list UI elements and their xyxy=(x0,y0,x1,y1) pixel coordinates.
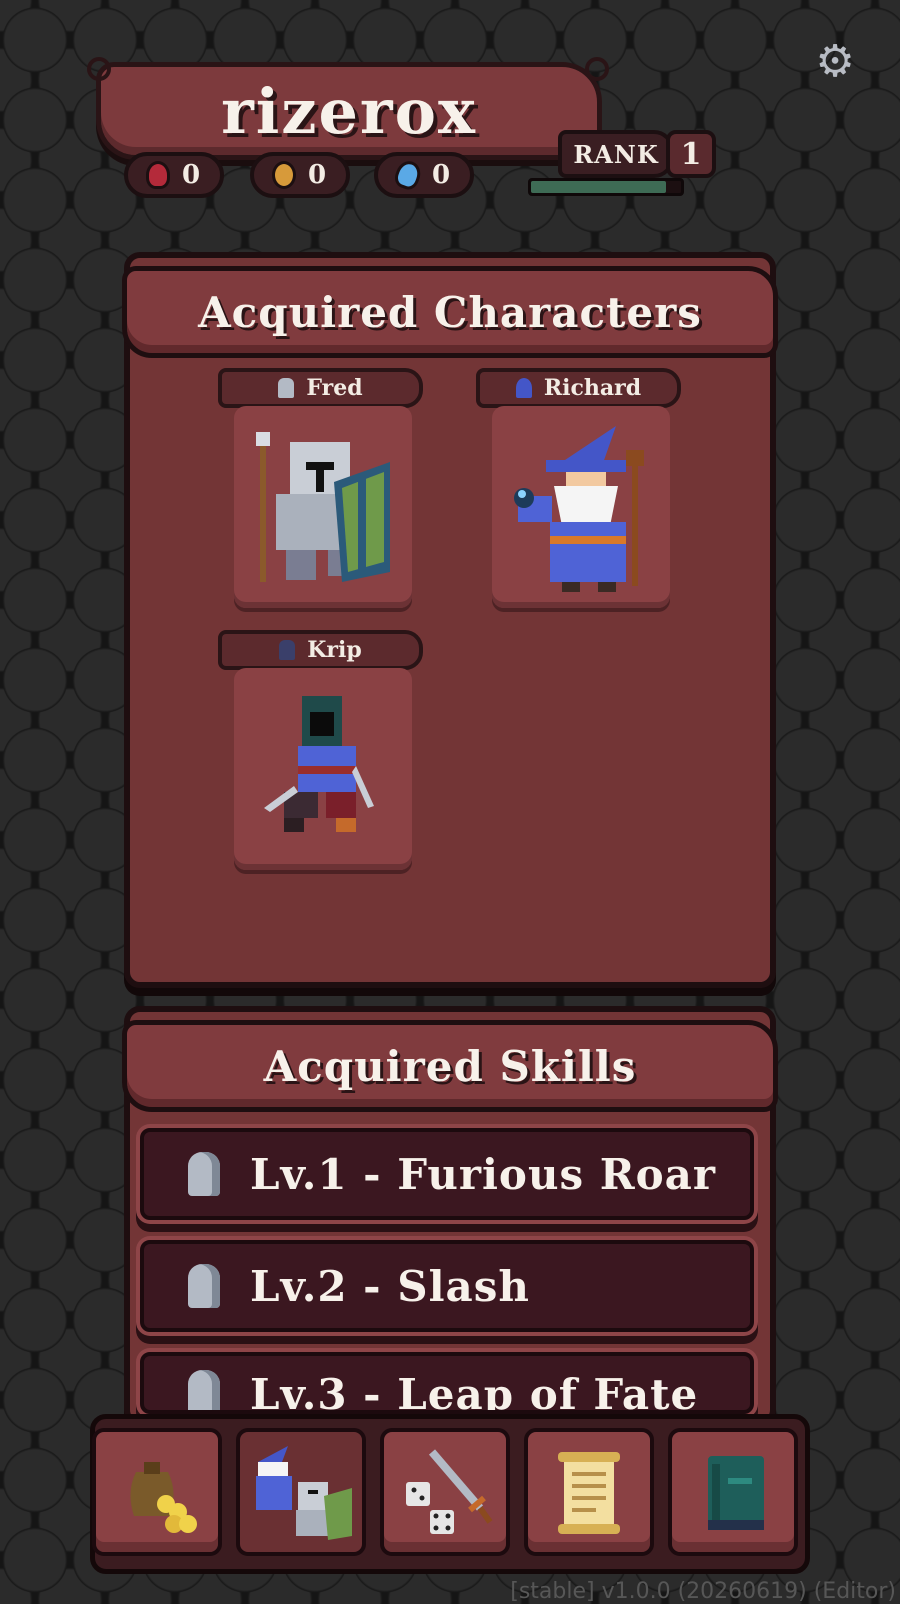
rank-indicator: RANK 1 xyxy=(528,126,718,198)
character-name: Richard xyxy=(543,375,642,401)
knight-helmet-icon xyxy=(278,378,295,398)
red-gem-necklace-icon xyxy=(146,161,170,189)
wizard-hat-icon xyxy=(515,378,532,398)
character-name-banner: Richard xyxy=(476,368,681,408)
skills-panel-title: Acquired Skills xyxy=(263,1041,637,1091)
rank-progress-fill xyxy=(531,181,666,193)
currency-value: 0 xyxy=(182,160,201,190)
dice-sword-icon xyxy=(406,1449,493,1534)
knight-helmet-icon xyxy=(188,1152,220,1196)
scroll-icon xyxy=(558,1452,620,1534)
character-portrait xyxy=(492,406,670,608)
currency-crystal: 0 xyxy=(374,152,474,198)
rank-progress-bar xyxy=(528,178,684,196)
skill-row[interactable]: Lv.1 - Furious Roar xyxy=(140,1128,754,1220)
rank-label: RANK xyxy=(558,130,674,178)
currency-value: 0 xyxy=(308,160,327,190)
skills-panel-header: Acquired Skills xyxy=(122,1020,778,1112)
version-label: [stable] v1.0.0 (20260619) (Editor) xyxy=(510,1579,896,1604)
rogue-sprite xyxy=(264,696,374,832)
character-name: Krip xyxy=(307,637,362,663)
blue-crystal-icon xyxy=(391,157,425,193)
nav-quests-button[interactable] xyxy=(524,1428,654,1556)
characters-panel-header: Acquired Characters xyxy=(122,266,778,358)
character-portrait xyxy=(234,406,412,608)
skill-row[interactable]: Lv.3 - Leap of Fate xyxy=(140,1352,754,1414)
nav-characters-button[interactable] xyxy=(236,1428,366,1556)
nav-compendium-button[interactable] xyxy=(668,1428,798,1556)
knight-sprite xyxy=(256,432,390,582)
nav-skills-button[interactable] xyxy=(380,1428,510,1556)
blue-amulet-icon xyxy=(272,161,296,189)
skill-row[interactable]: Lv.2 - Slash xyxy=(140,1240,754,1332)
characters-panel: Acquired Characters Fred Richard Krip xyxy=(122,252,778,988)
currency-value: 0 xyxy=(432,160,451,190)
currency-red: 0 xyxy=(124,152,224,198)
characters-panel-title: Acquired Characters xyxy=(198,287,702,337)
wizard-sprite xyxy=(514,426,644,592)
skill-label: Lv.1 - Furious Roar xyxy=(250,1149,717,1199)
currency-amulet: 0 xyxy=(250,152,350,198)
gear-icon[interactable]: ⚙ xyxy=(815,40,855,84)
rank-value: 1 xyxy=(666,130,716,178)
money-bag-coins-icon xyxy=(130,1462,197,1533)
character-name: Fred xyxy=(306,375,363,401)
banner-curl xyxy=(87,57,111,81)
character-card-richard[interactable]: Richard xyxy=(476,368,681,618)
player-name-banner: rizerox xyxy=(87,57,609,160)
character-name-banner: Fred xyxy=(218,368,423,408)
hood-icon xyxy=(279,640,296,660)
knight-helmet-icon xyxy=(188,1264,220,1308)
character-portrait xyxy=(234,668,412,870)
player-name: rizerox xyxy=(221,74,477,148)
banner-curl xyxy=(585,57,609,81)
character-name-banner: Krip xyxy=(218,630,423,670)
party-icon xyxy=(256,1446,352,1540)
character-card-krip[interactable]: Krip xyxy=(218,630,423,880)
book-icon xyxy=(708,1456,764,1530)
skill-label: Lv.3 - Leap of Fate xyxy=(250,1370,699,1414)
knight-helmet-icon xyxy=(188,1370,220,1410)
character-card-fred[interactable]: Fred xyxy=(218,368,423,618)
skill-label: Lv.2 - Slash xyxy=(250,1261,530,1311)
nav-shop-button[interactable] xyxy=(92,1428,222,1556)
